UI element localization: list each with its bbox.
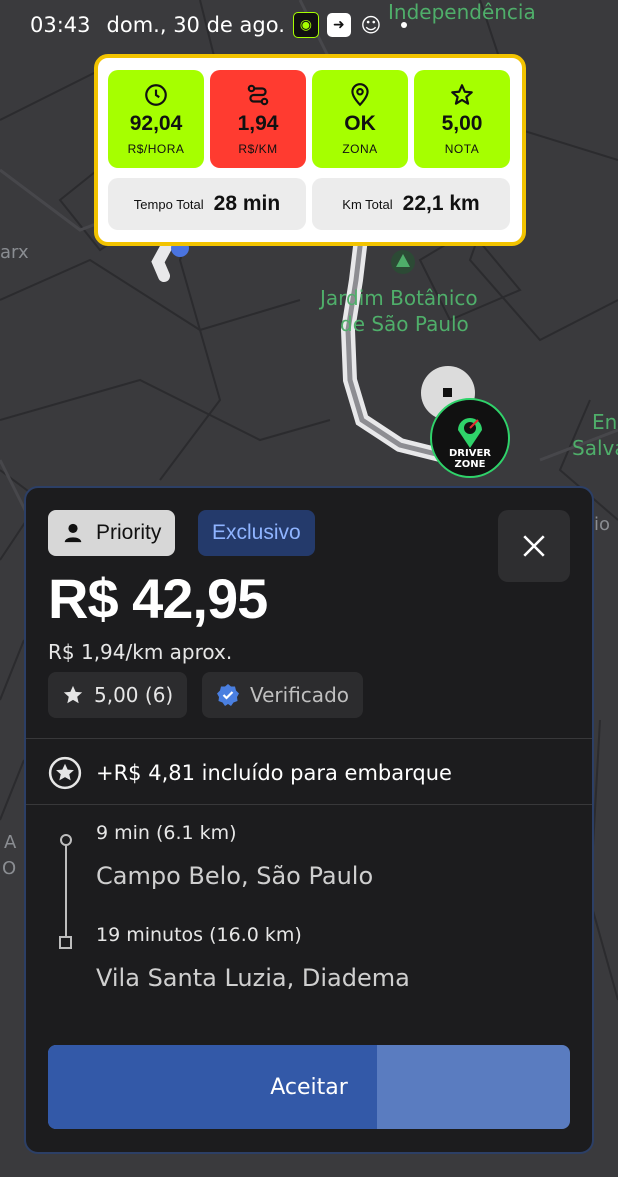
route-icon bbox=[247, 84, 269, 106]
pickup-location: Campo Belo, São Paulo bbox=[96, 862, 374, 890]
map-label-salva: Salva bbox=[572, 436, 618, 460]
map-pin-icon bbox=[351, 83, 369, 107]
map-label-sao-paulo: de São Paulo bbox=[340, 312, 469, 336]
stat-tile-zona: OK ZONA bbox=[312, 70, 408, 168]
map-label-en: En bbox=[592, 410, 618, 434]
fare-price: R$ 42,95 bbox=[48, 567, 268, 630]
stat-tile-rs-hora: 92,04 R$/HORA bbox=[108, 70, 204, 168]
star-icon bbox=[63, 685, 83, 704]
stat-label: R$/KM bbox=[238, 142, 278, 156]
star-circle-icon bbox=[48, 756, 82, 790]
tempo-total-label: Tempo Total bbox=[133, 196, 204, 212]
rating-value: 5,00 (6) bbox=[94, 683, 174, 707]
dropoff-location: Vila Santa Luzia, Diadema bbox=[96, 964, 410, 992]
clock-icon bbox=[145, 84, 167, 106]
map-label-io: io bbox=[594, 514, 611, 535]
pickup-eta: 9 min (6.1 km) bbox=[96, 822, 237, 844]
pickup-bonus: +R$ 4,81 incluído para embarque bbox=[48, 756, 452, 790]
person-icon bbox=[64, 523, 82, 543]
stat-value: 5,00 bbox=[441, 112, 483, 135]
driver-zone-text: DRIVER ZONE bbox=[449, 448, 491, 470]
divider bbox=[26, 804, 592, 805]
accept-label: Aceitar bbox=[270, 1074, 348, 1100]
divider bbox=[26, 738, 592, 739]
close-button[interactable] bbox=[498, 510, 570, 582]
map-label-jardim-botanico: Jardim Botânico bbox=[320, 286, 478, 310]
stat-tile-nota: 5,00 NOTA bbox=[414, 70, 510, 168]
km-total-value: 22,1 km bbox=[402, 192, 480, 215]
stat-label: ZONA bbox=[342, 142, 378, 156]
arrow-right-icon: ➜ bbox=[326, 13, 351, 37]
rider-rating-pill: 5,00 (6) bbox=[48, 672, 188, 718]
stat-value: OK bbox=[344, 112, 376, 135]
tempo-total-value: 28 min bbox=[213, 192, 281, 215]
waze-icon: ☺ bbox=[360, 13, 382, 37]
notification-dot bbox=[400, 22, 407, 28]
stat-label: NOTA bbox=[444, 142, 480, 156]
dropoff-square-icon bbox=[59, 936, 72, 949]
dropoff-eta: 19 minutos (16.0 km) bbox=[96, 924, 302, 946]
status-date: dom., 30 de ago. bbox=[106, 13, 285, 37]
verified-pill: Verificado bbox=[202, 672, 363, 718]
exclusivo-label: Exclusivo bbox=[212, 521, 301, 544]
priority-badge: Priority bbox=[48, 510, 176, 556]
map-label-independencia: Independência bbox=[388, 0, 536, 24]
verified-label: Verificado bbox=[250, 683, 349, 707]
km-total-box: Km Total 22,1 km bbox=[312, 178, 510, 230]
verified-badge-icon bbox=[217, 684, 239, 706]
map-label-a: A bbox=[4, 832, 17, 853]
status-time: 03:43 bbox=[30, 13, 91, 37]
stat-label: R$/HORA bbox=[127, 142, 185, 156]
stat-value: 1,94 bbox=[237, 112, 279, 135]
accept-button[interactable]: Aceitar bbox=[48, 1045, 570, 1129]
ride-offer-card: Priority Exclusivo R$ 42,95 R$ 1,94/km a… bbox=[24, 486, 594, 1154]
driver-zone-app-icon: ◉ bbox=[292, 12, 319, 38]
exclusivo-badge: Exclusivo bbox=[198, 510, 315, 556]
map-label-o: O bbox=[2, 858, 17, 879]
priority-label: Priority bbox=[96, 521, 162, 544]
pickup-dot-icon bbox=[60, 834, 72, 846]
fare-per-km: R$ 1,94/km aprox. bbox=[48, 640, 233, 664]
km-total-label: Km Total bbox=[342, 196, 393, 212]
bonus-text: +R$ 4,81 incluído para embarque bbox=[96, 761, 452, 785]
close-icon bbox=[523, 535, 545, 557]
stat-tile-rs-km: 1,94 R$/KM bbox=[210, 70, 306, 168]
stat-value: 92,04 bbox=[129, 112, 183, 135]
route-timeline-line bbox=[65, 840, 67, 944]
star-icon bbox=[451, 84, 473, 105]
tempo-total-box: Tempo Total 28 min bbox=[108, 178, 306, 230]
trip-stats-widget: 92,04 R$/HORA 1,94 R$/KM OK ZONA 5,00 NO… bbox=[94, 54, 526, 246]
status-bar: 03:43 dom., 30 de ago. ◉ ➜ ☺ bbox=[30, 12, 407, 38]
map-label-arx: arx bbox=[0, 242, 29, 263]
